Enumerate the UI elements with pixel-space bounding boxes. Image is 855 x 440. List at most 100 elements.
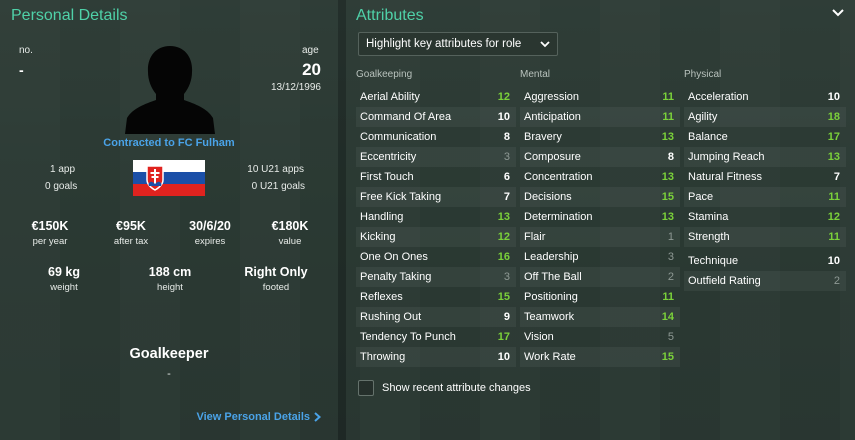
attribute-row[interactable]: First Touch 6 <box>356 167 516 187</box>
attribute-name: Aggression <box>524 91 580 103</box>
attribute-row[interactable]: Concentration 13 <box>520 167 680 187</box>
wage-value: €150K <box>31 219 69 233</box>
goalkeeping-attributes: Goalkeeping Aerial Ability 12 Command Of A… <box>356 69 516 367</box>
player-value-value: €180K <box>271 219 309 233</box>
attribute-row[interactable]: Penalty Taking 3 <box>356 267 516 287</box>
attribute-row[interactable]: Communication 8 <box>356 127 516 147</box>
attribute-value: 10 <box>827 91 840 103</box>
show-changes-row[interactable]: Show recent attribute changes <box>358 380 531 396</box>
attribute-name: Pace <box>688 191 714 203</box>
attribute-row[interactable]: Composure 8 <box>520 147 680 167</box>
attribute-name: Rushing Out <box>360 311 422 323</box>
attribute-value: 18 <box>827 111 840 123</box>
attribute-value: 10 <box>497 111 510 123</box>
after-tax-value: €95K <box>116 219 146 233</box>
attribute-value: 11 <box>662 111 674 123</box>
attribute-row[interactable]: Off The Ball 2 <box>520 267 680 287</box>
attribute-name: Aerial Ability <box>360 91 420 103</box>
attribute-name: Eccentricity <box>360 151 417 163</box>
attribute-row[interactable]: Free Kick Taking 7 <box>356 187 516 207</box>
attribute-row[interactable]: Handling 13 <box>356 207 516 227</box>
attribute-row[interactable]: Outfield Rating 2 <box>684 271 846 291</box>
chevron-down-icon[interactable] <box>831 6 845 20</box>
attribute-row[interactable]: Kicking 12 <box>356 227 516 247</box>
attribute-row[interactable]: Anticipation 11 <box>520 107 680 127</box>
attribute-value: 1 <box>667 231 674 243</box>
attribute-row[interactable]: Bravery 13 <box>520 127 680 147</box>
attribute-row[interactable]: Vision 5 <box>520 327 680 347</box>
attribute-row[interactable]: Aerial Ability 12 <box>356 87 516 107</box>
wage-label: per year <box>32 236 68 247</box>
attribute-name: Jumping Reach <box>688 151 765 163</box>
attribute-value: 7 <box>833 171 840 183</box>
attribute-value: 9 <box>503 311 510 323</box>
attribute-row[interactable]: Strength 11 <box>684 227 846 247</box>
attribute-name: Tendency To Punch <box>360 331 456 343</box>
attribute-name: Penalty Taking <box>360 271 432 283</box>
attribute-name: Throwing <box>360 351 406 363</box>
attribute-name: Teamwork <box>524 311 575 323</box>
attribute-row[interactable]: Jumping Reach 13 <box>684 147 846 167</box>
show-changes-label: Show recent attribute changes <box>382 382 531 394</box>
highlight-role-label: Highlight key attributes for role <box>366 38 522 50</box>
attribute-value: 2 <box>833 275 840 287</box>
attribute-row[interactable]: Flair 1 <box>520 227 680 247</box>
u21-apps-count: 10 U21 apps <box>247 164 304 175</box>
attribute-row[interactable]: Eccentricity 3 <box>356 147 516 167</box>
apps-count: 1 app <box>50 164 76 175</box>
attribute-row[interactable]: Determination 13 <box>520 207 680 227</box>
attribute-name: Balance <box>688 131 728 143</box>
attribute-value: 15 <box>661 191 674 203</box>
attribute-row[interactable]: Natural Fitness 7 <box>684 167 846 187</box>
attribute-row[interactable]: Teamwork 14 <box>520 307 680 327</box>
attribute-row[interactable]: Decisions 15 <box>520 187 680 207</box>
height-stat: 188 cm height <box>130 265 210 293</box>
attribute-name: Vision <box>524 331 554 343</box>
player-value-label: value <box>278 236 302 247</box>
panel-divider <box>338 0 346 440</box>
attribute-value: 13 <box>661 211 674 223</box>
attribute-value: 8 <box>667 151 674 163</box>
mental-header: Mental <box>520 69 551 80</box>
attribute-row[interactable]: Agility 18 <box>684 107 846 127</box>
attribute-row[interactable]: Reflexes 15 <box>356 287 516 307</box>
attribute-row[interactable]: One On Ones 16 <box>356 247 516 267</box>
highlight-role-dropdown[interactable]: Highlight key attributes for role <box>358 32 558 56</box>
view-personal-details-label: View Personal Details <box>196 411 310 423</box>
attribute-row[interactable]: Balance 17 <box>684 127 846 147</box>
attribute-value: 10 <box>827 255 840 267</box>
attribute-row[interactable]: Leadership 3 <box>520 247 680 267</box>
attribute-value: 12 <box>827 211 840 223</box>
attribute-row[interactable]: Aggression 11 <box>520 87 680 107</box>
contract-expiry-stat: 30/6/20 expires <box>170 219 250 247</box>
attribute-row[interactable]: Throwing 10 <box>356 347 516 367</box>
extra-ratings-list: Technique 10 Outfield Rating 2 <box>684 251 846 291</box>
weight-stat: 69 kg weight <box>24 265 104 293</box>
attribute-name: Handling <box>360 211 404 223</box>
footed-value: Right Only <box>244 265 308 279</box>
physical-header: Physical <box>684 69 722 80</box>
attribute-row[interactable]: Technique 10 <box>684 251 846 271</box>
squad-number-label: no. <box>19 45 33 56</box>
squad-number-value: - <box>19 62 24 78</box>
attribute-row[interactable]: Command Of Area 10 <box>356 107 516 127</box>
attribute-row[interactable]: Positioning 11 <box>520 287 680 307</box>
attribute-row[interactable]: Acceleration 10 <box>684 87 846 107</box>
goals-count: 0 goals <box>45 181 78 192</box>
attribute-row[interactable]: Rushing Out 9 <box>356 307 516 327</box>
attribute-row[interactable]: Pace 11 <box>684 187 846 207</box>
show-changes-checkbox[interactable] <box>358 380 374 396</box>
view-personal-details-link[interactable]: View Personal Details <box>196 411 321 423</box>
attribute-name: Bravery <box>524 131 562 143</box>
attribute-value: 11 <box>828 231 840 243</box>
wage-stat: €150K per year <box>10 219 90 247</box>
attribute-row[interactable]: Stamina 12 <box>684 207 846 227</box>
attribute-row[interactable]: Work Rate 15 <box>520 347 680 367</box>
attribute-name: Reflexes <box>360 291 403 303</box>
mental-list: Aggression 11 Anticipation 11 Bravery 13 Compo… <box>520 87 680 367</box>
attribute-value: 3 <box>667 251 674 263</box>
attribute-name: Off The Ball <box>524 271 582 283</box>
attribute-name: Command Of Area <box>360 111 452 123</box>
contract-club-link[interactable]: Contracted to FC Fulham <box>0 137 338 149</box>
attribute-row[interactable]: Tendency To Punch 17 <box>356 327 516 347</box>
